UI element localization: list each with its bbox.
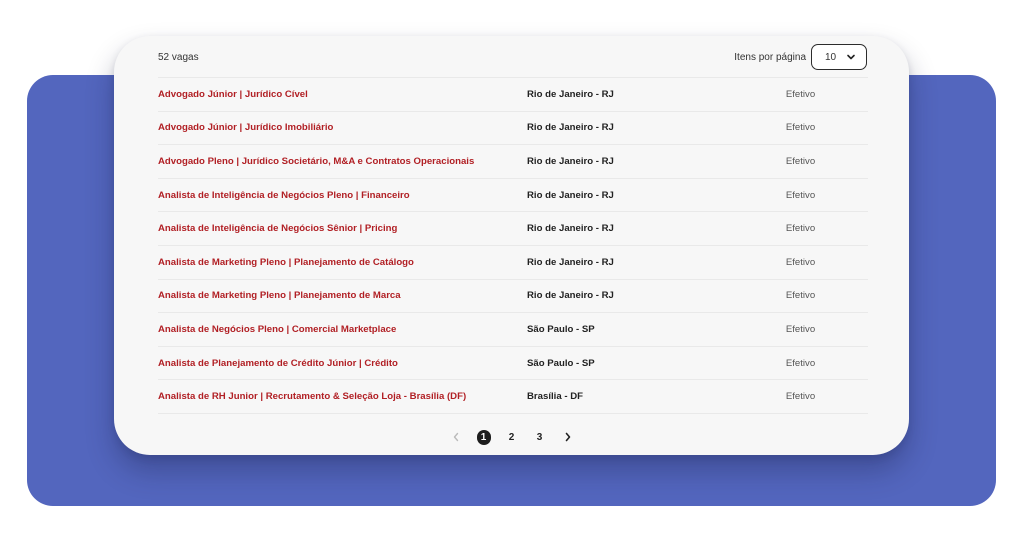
job-title-link[interactable]: Analista de Inteligência de Negócios Sên… xyxy=(158,223,527,234)
chevron-right-icon xyxy=(565,432,570,442)
job-title-link[interactable]: Analista de RH Junior | Recrutamento & S… xyxy=(158,391,527,402)
job-contract-type: Efetivo xyxy=(785,223,816,235)
page-number: 2 xyxy=(508,431,515,443)
job-title-link[interactable]: Analista de Negócios Pleno | Comercial M… xyxy=(158,324,527,335)
job-location: São Paulo - SP xyxy=(527,323,595,335)
page: 52 vagas Itens por página 10 Advogado Jú… xyxy=(0,0,1024,536)
pagination: 1 2 3 xyxy=(114,424,909,450)
listing-header: 52 vagas Itens por página 10 xyxy=(158,42,867,72)
next-page-button[interactable] xyxy=(554,426,582,448)
job-title-link[interactable]: Analista de Inteligência de Negócios Ple… xyxy=(158,190,527,201)
job-list: Advogado Júnior | Jurídico Cível Rio de J… xyxy=(158,77,868,414)
job-title-link[interactable]: Advogado Júnior | Jurídico Imobiliário xyxy=(158,122,527,133)
job-row[interactable]: Analista de RH Junior | Recrutamento & S… xyxy=(158,380,868,414)
job-contract-type: Efetivo xyxy=(785,189,816,201)
job-location: Rio de Janeiro - RJ xyxy=(527,88,614,100)
page-2-button[interactable]: 2 xyxy=(498,426,526,448)
page-3-button[interactable]: 3 xyxy=(526,426,554,448)
job-title-link[interactable]: Analista de Marketing Pleno | Planejamen… xyxy=(158,290,527,301)
job-row[interactable]: Analista de Inteligência de Negócios Sên… xyxy=(158,212,868,246)
chevron-down-icon xyxy=(847,54,855,60)
job-location: Rio de Janeiro - RJ xyxy=(527,223,614,235)
job-contract-type: Efetivo xyxy=(785,88,816,100)
jobs-card: 52 vagas Itens por página 10 Advogado Jú… xyxy=(114,36,909,455)
job-contract-type: Efetivo xyxy=(785,290,816,302)
items-per-page: Itens por página 10 xyxy=(734,44,867,70)
job-location: São Paulo - SP xyxy=(527,357,595,369)
job-contract-type: Efetivo xyxy=(785,357,816,369)
page-number: 1 xyxy=(476,429,491,445)
job-title-link[interactable]: Advogado Júnior | Jurídico Cível xyxy=(158,89,527,100)
job-title-link[interactable]: Analista de Planejamento de Crédito Júni… xyxy=(158,358,527,369)
job-title-link[interactable]: Analista de Marketing Pleno | Planejamen… xyxy=(158,257,527,268)
job-row[interactable]: Advogado Júnior | Jurídico Imobiliário Ri… xyxy=(158,112,868,146)
job-contract-type: Efetivo xyxy=(785,323,816,335)
job-row[interactable]: Advogado Pleno | Jurídico Societário, M&… xyxy=(158,145,868,179)
job-row[interactable]: Analista de Inteligência de Negócios Ple… xyxy=(158,179,868,213)
job-location: Rio de Janeiro - RJ xyxy=(527,256,614,268)
job-contract-type: Efetivo xyxy=(785,122,816,134)
job-location: Brasília - DF xyxy=(527,391,583,403)
items-per-page-label: Itens por página xyxy=(734,51,806,63)
job-contract-type: Efetivo xyxy=(785,155,816,167)
job-row[interactable]: Analista de Marketing Pleno | Planejamen… xyxy=(158,280,868,314)
job-location: Rio de Janeiro - RJ xyxy=(527,290,614,302)
job-row[interactable]: Analista de Marketing Pleno | Planejamen… xyxy=(158,246,868,280)
items-per-page-value: 10 xyxy=(825,51,837,63)
prev-page-button[interactable] xyxy=(442,426,470,448)
job-row[interactable]: Analista de Negócios Pleno | Comercial M… xyxy=(158,313,868,347)
job-location: Rio de Janeiro - RJ xyxy=(527,189,614,201)
job-title-link[interactable]: Advogado Pleno | Jurídico Societário, M&… xyxy=(158,156,527,167)
chevron-left-icon xyxy=(453,432,458,442)
job-count: 52 vagas xyxy=(158,51,199,63)
page-number: 3 xyxy=(536,431,543,443)
job-contract-type: Efetivo xyxy=(785,256,816,268)
job-row[interactable]: Advogado Júnior | Jurídico Cível Rio de J… xyxy=(158,78,868,112)
job-contract-type: Efetivo xyxy=(785,391,816,403)
job-row[interactable]: Analista de Planejamento de Crédito Júni… xyxy=(158,347,868,381)
job-location: Rio de Janeiro - RJ xyxy=(527,122,614,134)
items-per-page-select[interactable]: 10 xyxy=(811,44,867,70)
job-location: Rio de Janeiro - RJ xyxy=(527,155,614,167)
page-1-button[interactable]: 1 xyxy=(470,426,498,448)
